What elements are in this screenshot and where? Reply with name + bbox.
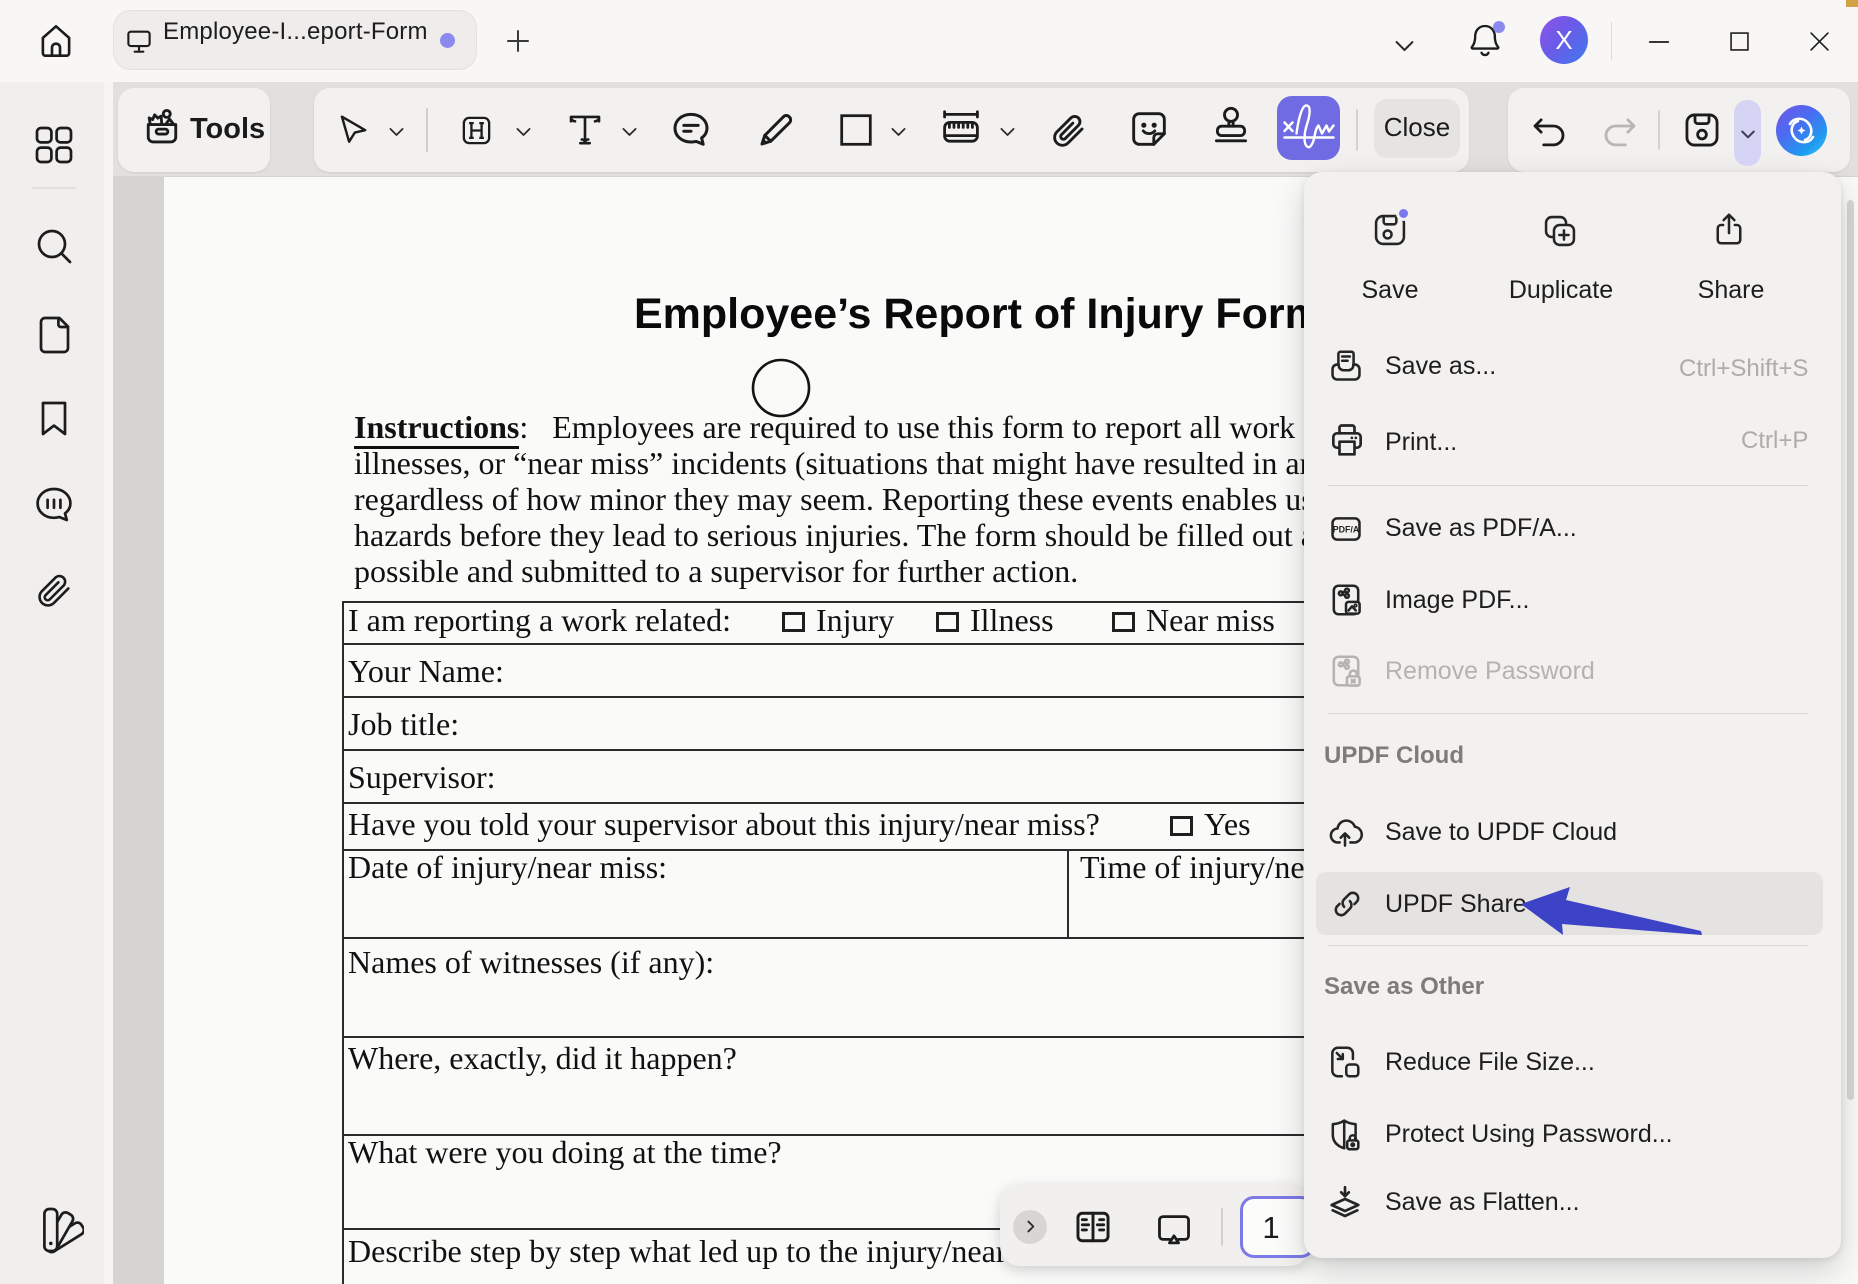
svg-text:PDF/A: PDF/A [1333,524,1360,534]
